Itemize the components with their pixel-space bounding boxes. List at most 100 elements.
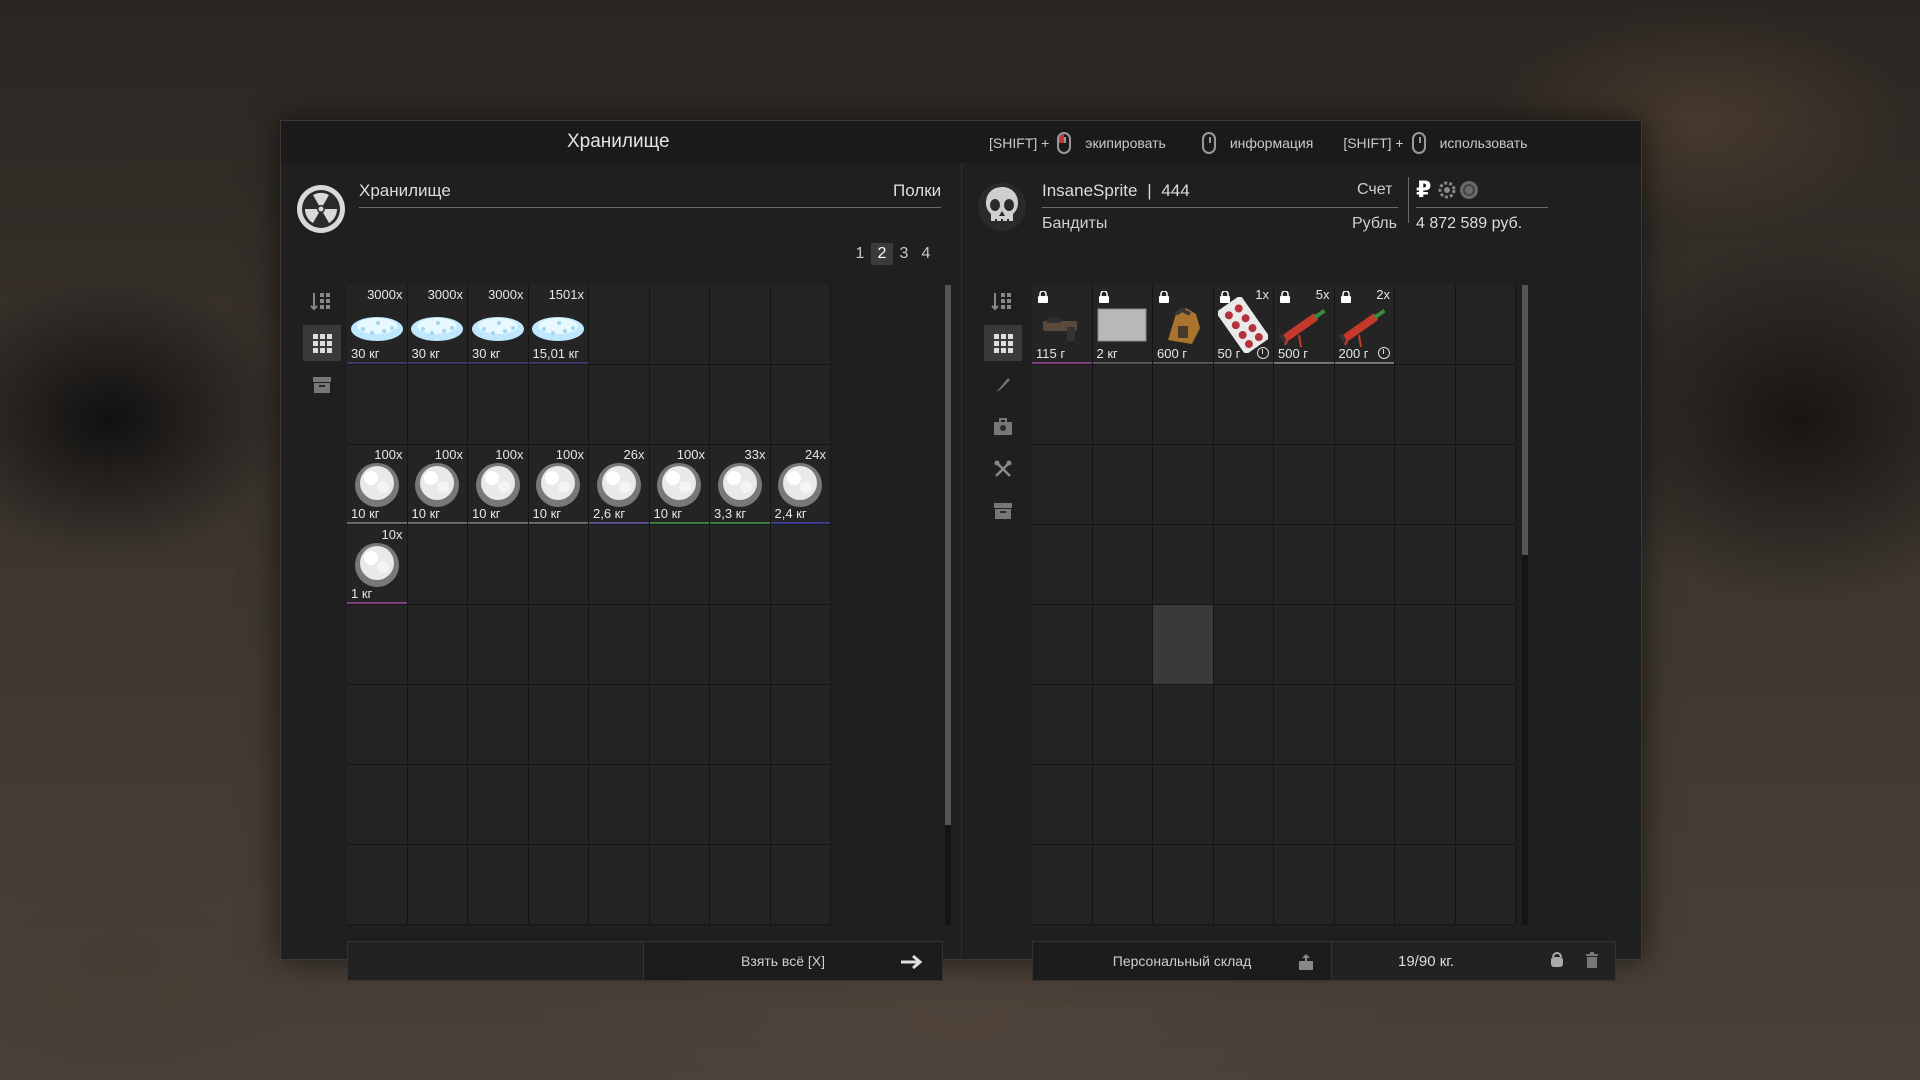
inventory-slot[interactable] [347, 605, 408, 685]
inventory-slot[interactable] [710, 845, 771, 925]
inventory-slot[interactable] [1153, 685, 1214, 765]
inventory-slot[interactable] [407, 525, 468, 605]
inventory-slot[interactable] [1092, 605, 1153, 685]
inventory-slot[interactable] [468, 605, 529, 685]
inventory-slot[interactable] [1092, 685, 1153, 765]
inventory-slot[interactable] [589, 685, 650, 765]
inventory-slot[interactable] [1455, 525, 1516, 605]
inventory-slot[interactable] [468, 845, 529, 925]
player-scrollbar[interactable] [1522, 285, 1528, 925]
inventory-slot[interactable] [468, 365, 529, 445]
inventory-slot[interactable] [1213, 845, 1274, 925]
inventory-slot[interactable] [528, 525, 589, 605]
inventory-slot[interactable] [1395, 605, 1456, 685]
inventory-slot[interactable] [1213, 525, 1274, 605]
storage-grid[interactable]: 3000x 30 кг 3000x 30 кг 3000x 30 кг 1501x 15,01… [347, 285, 831, 925]
inventory-slot[interactable] [407, 845, 468, 925]
inventory-item[interactable]: 600 г [1153, 285, 1214, 365]
inventory-slot[interactable] [710, 365, 771, 445]
inventory-slot[interactable] [649, 285, 710, 365]
inventory-slot[interactable] [1274, 765, 1335, 845]
inventory-slot[interactable] [1274, 445, 1335, 525]
inventory-slot[interactable] [1274, 685, 1335, 765]
inventory-item[interactable]: 1x 50 г [1213, 285, 1274, 365]
inventory-slot[interactable] [770, 365, 831, 445]
inventory-item[interactable]: 26x 2,6 кг [589, 445, 650, 525]
inventory-slot[interactable] [1213, 685, 1274, 765]
inventory-slot[interactable] [1092, 445, 1153, 525]
inventory-item[interactable]: 10x 1 кг [347, 525, 408, 605]
inventory-item[interactable]: 100x 10 кг [649, 445, 710, 525]
inventory-slot[interactable] [1092, 525, 1153, 605]
page-1-button[interactable]: 1 [849, 243, 871, 265]
inventory-slot[interactable] [589, 845, 650, 925]
inventory-slot[interactable] [468, 525, 529, 605]
inventory-slot[interactable] [1455, 605, 1516, 685]
inventory-slot[interactable] [1032, 765, 1093, 845]
grid-view-icon[interactable] [984, 325, 1022, 361]
inventory-slot[interactable] [649, 685, 710, 765]
inventory-slot[interactable] [1274, 845, 1335, 925]
inventory-slot[interactable] [1153, 845, 1214, 925]
inventory-slot[interactable] [347, 365, 408, 445]
scrollbar-thumb[interactable] [1522, 285, 1528, 555]
inventory-slot[interactable] [770, 685, 831, 765]
inventory-slot[interactable] [1092, 765, 1153, 845]
inventory-slot[interactable] [1274, 525, 1335, 605]
inventory-slot[interactable] [528, 685, 589, 765]
page-2-button[interactable]: 2 [871, 243, 893, 265]
inventory-slot[interactable] [1334, 365, 1395, 445]
inventory-slot[interactable] [1153, 445, 1214, 525]
inventory-slot[interactable] [1455, 445, 1516, 525]
inventory-item[interactable]: 3000x 30 кг [347, 285, 408, 365]
inventory-slot[interactable] [1213, 765, 1274, 845]
inventory-slot[interactable] [528, 845, 589, 925]
inventory-slot[interactable] [710, 605, 771, 685]
inventory-slot[interactable] [407, 765, 468, 845]
inventory-item[interactable]: 115 г [1032, 285, 1093, 365]
player-inventory-grid[interactable]: 115 г 2 кг 600 г 1x 50 г 5x 500 г 2x 200 г [1032, 285, 1516, 925]
grid-view-icon[interactable] [303, 325, 341, 361]
inventory-slot[interactable] [407, 365, 468, 445]
inventory-slot[interactable] [649, 605, 710, 685]
inventory-slot[interactable] [1213, 365, 1274, 445]
inventory-slot[interactable] [528, 605, 589, 685]
inventory-slot[interactable] [770, 285, 831, 365]
inventory-slot[interactable] [347, 845, 408, 925]
inventory-slot[interactable] [347, 685, 408, 765]
inventory-slot[interactable] [1032, 605, 1093, 685]
inventory-slot[interactable] [528, 365, 589, 445]
medkit-icon[interactable] [984, 409, 1022, 445]
inventory-slot[interactable] [407, 605, 468, 685]
page-3-button[interactable]: 3 [893, 243, 915, 265]
inventory-slot[interactable] [528, 765, 589, 845]
inventory-slot[interactable] [770, 845, 831, 925]
inventory-slot[interactable] [1153, 525, 1214, 605]
inventory-slot[interactable] [649, 765, 710, 845]
inventory-slot[interactable] [1153, 605, 1214, 685]
inventory-slot[interactable] [710, 685, 771, 765]
inventory-slot[interactable] [710, 765, 771, 845]
inventory-slot[interactable] [1213, 605, 1274, 685]
inventory-slot[interactable] [710, 285, 771, 365]
tools-icon[interactable] [984, 451, 1022, 487]
inventory-slot[interactable] [770, 765, 831, 845]
inventory-slot[interactable] [1395, 365, 1456, 445]
inventory-slot[interactable] [649, 845, 710, 925]
inventory-item[interactable]: 100x 10 кг [468, 445, 529, 525]
inventory-item[interactable]: 2 кг [1092, 285, 1153, 365]
inventory-slot[interactable] [1213, 445, 1274, 525]
inventory-slot[interactable] [1032, 685, 1093, 765]
inventory-item[interactable]: 100x 10 кг [528, 445, 589, 525]
inventory-slot[interactable] [1455, 685, 1516, 765]
archive-icon[interactable] [984, 493, 1022, 529]
inventory-slot[interactable] [589, 765, 650, 845]
inventory-slot[interactable] [1153, 765, 1214, 845]
inventory-slot[interactable] [468, 765, 529, 845]
page-4-button[interactable]: 4 [915, 243, 937, 265]
personal-storage-button[interactable]: Персональный склад [1032, 941, 1332, 981]
inventory-slot[interactable] [1334, 445, 1395, 525]
inventory-item[interactable]: 2x 200 г [1334, 285, 1395, 365]
inventory-item[interactable]: 3000x 30 кг [407, 285, 468, 365]
inventory-slot[interactable] [1334, 765, 1395, 845]
